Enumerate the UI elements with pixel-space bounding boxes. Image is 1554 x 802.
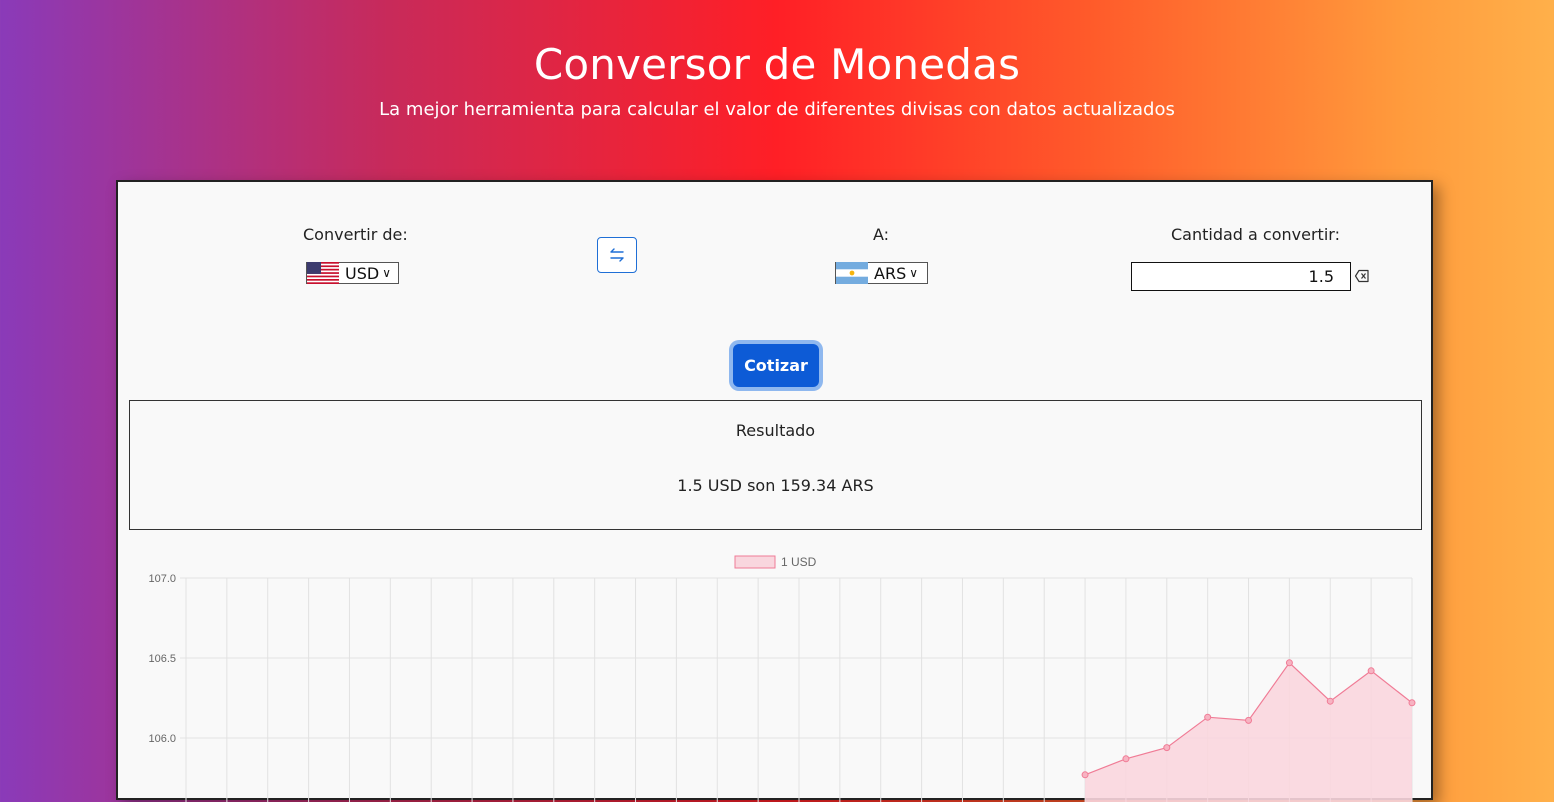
result-panel: Resultado 1.5 USD son 159.34 ARS [129, 400, 1422, 530]
result-title: Resultado [735, 421, 816, 440]
amount-input[interactable]: 1.5 [1131, 262, 1351, 291]
data-point [1204, 713, 1212, 721]
amount-label: Cantidad a convertir: [1171, 225, 1340, 244]
y-tick-label: 106.5 [148, 653, 176, 665]
y-tick-label: 107.0 [148, 573, 176, 585]
to-currency-select[interactable]: ARS ∨ [835, 262, 928, 284]
hero-header: Conversor de Monedas La mejor herramient… [0, 0, 1554, 180]
from-currency-select[interactable]: USD ∨ [306, 262, 399, 284]
chevron-down-icon: ∨ [382, 266, 391, 280]
y-tick-label: 106.0 [148, 733, 176, 745]
page-title: Conversor de Monedas [533, 40, 1021, 89]
legend-swatch [734, 555, 776, 569]
data-point [1326, 697, 1334, 705]
data-point [1245, 716, 1253, 724]
chart-legend: 1 USD [734, 555, 817, 569]
result-value: 1.5 USD son 159.34 ARS [677, 476, 874, 495]
data-point [1367, 667, 1375, 675]
swap-arrows-icon [610, 248, 624, 262]
ar-flag-icon [836, 262, 868, 284]
data-point [1163, 744, 1171, 752]
y-axis-ticks: 107.0 106.5 106.0 [148, 573, 176, 745]
data-point [1285, 659, 1293, 667]
swap-currencies-button[interactable] [597, 237, 637, 273]
from-label: Convertir de: [303, 225, 408, 244]
to-currency-value: ARS [874, 263, 907, 283]
backspace-icon[interactable] [1354, 268, 1370, 284]
legend-label: 1 USD [781, 555, 817, 569]
data-point [1081, 771, 1089, 779]
cotizar-button[interactable]: Cotizar [733, 344, 819, 387]
chevron-down-icon: ∨ [909, 266, 919, 280]
page-subtitle: La mejor herramienta para calcular el va… [379, 99, 1175, 120]
converter-card: Convertir de: USD ∨ A: ARS ∨ Cantidad a … [116, 180, 1433, 802]
data-point [1408, 699, 1416, 707]
data-point [1122, 755, 1130, 763]
us-flag-icon [307, 262, 339, 284]
from-currency-value: USD [345, 263, 380, 283]
exchange-rate-chart: 1 USD 107.0 106.5 106.0 [148, 555, 1416, 802]
to-label: A: [873, 225, 890, 244]
